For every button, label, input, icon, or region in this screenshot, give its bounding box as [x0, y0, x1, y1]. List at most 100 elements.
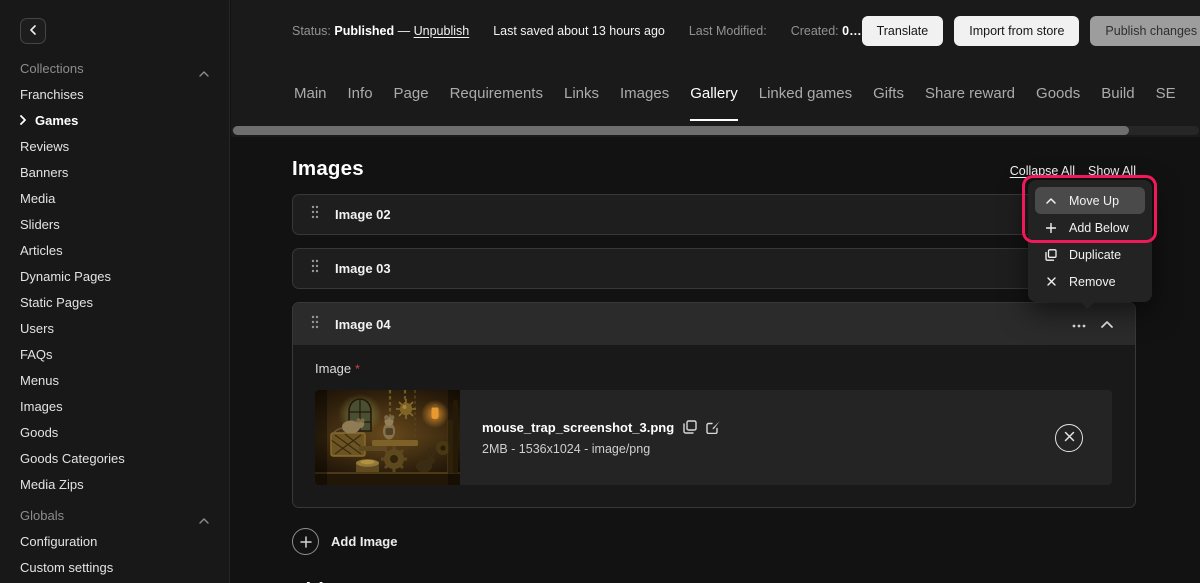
- image-field-label: Image*: [315, 361, 1112, 376]
- last-modified-label: Last Modified:: [689, 24, 767, 38]
- sidebar-section-globals[interactable]: Globals: [0, 502, 229, 528]
- sidebar-item-static-pages[interactable]: Static Pages: [0, 289, 229, 315]
- scrollbar-thumb[interactable]: [233, 126, 1129, 135]
- image-row-label: Image 02: [335, 207, 391, 222]
- show-all-link[interactable]: Show All: [1088, 164, 1136, 178]
- sidebar-item-images[interactable]: Images: [0, 393, 229, 419]
- tab-gallery[interactable]: Gallery: [690, 62, 738, 124]
- unpublish-link[interactable]: Unpublish: [414, 24, 470, 38]
- tabs-horizontal-scrollbar: [231, 124, 1200, 137]
- copy-icon[interactable]: [683, 420, 697, 434]
- add-image-button[interactable]: Add Image: [292, 528, 1136, 555]
- menu-item-add-below[interactable]: Add Below: [1035, 214, 1145, 241]
- sidebar-item-dynamic-pages[interactable]: Dynamic Pages: [0, 263, 229, 289]
- sidebar-item-reviews[interactable]: Reviews: [0, 133, 229, 159]
- sidebar-nav: Collections Franchises Games Reviews Ban…: [0, 55, 229, 580]
- file-thumbnail-image: [315, 390, 460, 485]
- uploaded-file-card: mouse_trap_screenshot_3.png 2MB - 1536x1…: [315, 390, 1112, 485]
- sidebar-item-users[interactable]: Users: [0, 315, 229, 341]
- image-row-04-body: Image*: [293, 345, 1135, 507]
- file-meta: 2MB - 1536x1024 - image/png: [482, 442, 721, 456]
- sidebar-item-sliders[interactable]: Sliders: [0, 211, 229, 237]
- action-buttons: Translate Import from store Publish chan…: [862, 16, 1200, 46]
- status-text: Status: Published — Unpublish: [292, 24, 469, 38]
- plus-icon: [1044, 223, 1058, 233]
- images-section-heading: Images: [292, 157, 364, 181]
- chevron-up-icon: [199, 512, 209, 527]
- sidebar-item-goods-categories[interactable]: Goods Categories: [0, 445, 229, 471]
- videos-section-heading: Videos: [292, 579, 1136, 583]
- status-value: Published: [334, 24, 394, 38]
- plus-circle-icon: [292, 528, 319, 555]
- sidebar-item-menus[interactable]: Menus: [0, 367, 229, 393]
- file-info: mouse_trap_screenshot_3.png 2MB - 1536x1…: [460, 390, 721, 485]
- tab-share-reward[interactable]: Share reward: [925, 62, 1015, 124]
- collapse-all-link[interactable]: Collapse All: [1010, 164, 1075, 178]
- image-row-04-panel: Image 04 Image*: [292, 302, 1136, 508]
- add-image-label: Add Image: [331, 534, 397, 549]
- tab-build[interactable]: Build: [1101, 62, 1134, 124]
- drag-handle-icon[interactable]: [311, 259, 319, 278]
- image-row-04-header[interactable]: Image 04: [293, 303, 1135, 345]
- menu-item-move-up[interactable]: Move Up: [1035, 187, 1145, 214]
- tab-page[interactable]: Page: [394, 62, 429, 124]
- sidebar-item-faqs[interactable]: FAQs: [0, 341, 229, 367]
- drag-handle-icon[interactable]: [311, 315, 319, 334]
- chevron-up-icon: [1044, 198, 1058, 204]
- image-row-03[interactable]: Image 03: [292, 248, 1136, 289]
- sidebar-item-goods[interactable]: Goods: [0, 419, 229, 445]
- status-label: Status:: [292, 24, 331, 38]
- status-bar: Status: Published — Unpublish Last saved…: [231, 0, 1200, 62]
- tab-bar: Main Info Page Requirements Links Images…: [231, 62, 1200, 124]
- row-context-menu: Move Up Add Below Duplicate Remove: [1028, 180, 1152, 302]
- remove-file-button[interactable]: [1055, 424, 1083, 452]
- collapse-row-button[interactable]: [1101, 315, 1113, 333]
- menu-item-duplicate[interactable]: Duplicate: [1035, 241, 1145, 268]
- sidebar-item-custom-settings[interactable]: Custom settings: [0, 554, 229, 580]
- row-menu-button[interactable]: [1072, 315, 1086, 333]
- tab-info[interactable]: Info: [348, 62, 373, 124]
- tab-goods[interactable]: Goods: [1036, 62, 1080, 124]
- sidebar-item-franchises[interactable]: Franchises: [0, 81, 229, 107]
- section-label: Collections: [20, 61, 84, 76]
- sidebar-item-media-zips[interactable]: Media Zips: [0, 471, 229, 497]
- menu-item-remove[interactable]: Remove: [1035, 268, 1145, 295]
- chevron-up-icon: [1101, 315, 1113, 333]
- import-from-store-button[interactable]: Import from store: [954, 16, 1079, 46]
- created-text: Created: 0…: [791, 24, 862, 38]
- sidebar-item-articles[interactable]: Articles: [0, 237, 229, 263]
- sidebar-section-collections[interactable]: Collections: [0, 55, 229, 81]
- x-icon: [1044, 277, 1058, 286]
- image-row-label: Image 03: [335, 261, 391, 276]
- app-window: Collections Franchises Games Reviews Ban…: [0, 0, 1200, 583]
- tab-links[interactable]: Links: [564, 62, 599, 124]
- tab-main[interactable]: Main: [294, 62, 327, 124]
- chevron-left-icon: [29, 22, 37, 40]
- sidebar-item-configuration[interactable]: Configuration: [0, 528, 229, 554]
- image-row-02[interactable]: Image 02: [292, 194, 1136, 235]
- tab-gifts[interactable]: Gifts: [873, 62, 904, 124]
- status-dash: —: [398, 24, 411, 38]
- section-label: Globals: [20, 508, 64, 523]
- sidebar-item-media[interactable]: Media: [0, 185, 229, 211]
- tab-linked-games[interactable]: Linked games: [759, 62, 852, 124]
- edit-icon[interactable]: [706, 420, 721, 434]
- sidebar-collapse-button[interactable]: [20, 18, 46, 44]
- translate-button[interactable]: Translate: [862, 16, 944, 46]
- sidebar-item-games[interactable]: Games: [0, 107, 229, 133]
- chevron-up-icon: [199, 65, 209, 80]
- sidebar-item-banners[interactable]: Banners: [0, 159, 229, 185]
- publish-changes-button[interactable]: Publish changes: [1090, 16, 1200, 46]
- tab-se-truncated[interactable]: SE: [1156, 62, 1176, 124]
- file-name: mouse_trap_screenshot_3.png: [482, 420, 674, 435]
- required-mark: *: [355, 362, 360, 376]
- sidebar: Collections Franchises Games Reviews Ban…: [0, 0, 230, 583]
- chevron-right-icon: [20, 115, 27, 125]
- drag-handle-icon[interactable]: [311, 205, 319, 224]
- ellipsis-icon: [1072, 315, 1086, 333]
- tab-images[interactable]: Images: [620, 62, 669, 124]
- last-saved-text: Last saved about 13 hours ago: [493, 24, 665, 38]
- created-label: Created:: [791, 24, 839, 38]
- tab-requirements[interactable]: Requirements: [450, 62, 543, 124]
- created-value: 0…: [842, 24, 861, 38]
